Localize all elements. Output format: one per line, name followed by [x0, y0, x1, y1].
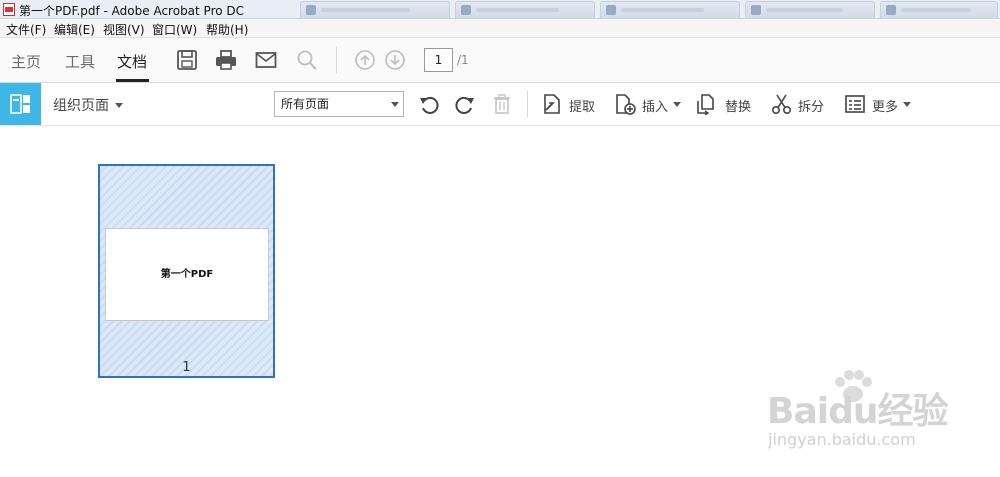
menu-file[interactable]: 文件(F): [6, 21, 46, 38]
search-icon[interactable]: [296, 49, 318, 71]
title-bar: 第一个PDF.pdf - Adobe Acrobat Pro DC: [0, 0, 1000, 19]
page-range-value: 所有页面: [281, 97, 330, 111]
background-window-tab[interactable]: [455, 1, 595, 18]
more-icon: [845, 95, 865, 113]
tab-home[interactable]: 主页: [11, 51, 41, 72]
toolbar-separator: [336, 46, 337, 74]
more-dropdown-caret-icon: [903, 102, 911, 107]
insert-label: 插入: [642, 100, 669, 115]
background-window-tab[interactable]: [600, 1, 740, 18]
organize-pages-tool-button[interactable]: [0, 83, 41, 125]
extract-label: 提取: [569, 100, 596, 115]
background-window-tab[interactable]: [880, 1, 998, 18]
organize-pages-icon: [10, 94, 30, 114]
page-up-icon[interactable]: [354, 49, 376, 71]
rotate-left-icon[interactable]: [418, 93, 440, 115]
page-number-input[interactable]: 1: [424, 48, 453, 72]
window-title: 第一个PDF.pdf - Adobe Acrobat Pro DC: [19, 4, 245, 18]
menu-window[interactable]: 窗口(W): [152, 21, 197, 38]
page-thumbnail[interactable]: 第一个PDF 1: [98, 164, 275, 378]
toolbar-separator: [527, 91, 528, 117]
tab-document[interactable]: 文档: [117, 51, 147, 72]
extract-icon: [544, 94, 560, 114]
delete-icon[interactable]: [491, 93, 513, 115]
page-total: /1: [457, 53, 469, 67]
background-window-tab[interactable]: [745, 1, 875, 18]
menu-view[interactable]: 视图(V): [103, 21, 145, 38]
chevron-down-icon: [391, 102, 399, 107]
save-icon[interactable]: [176, 49, 198, 71]
watermark-logo: Baidu经验: [767, 391, 948, 432]
page-range-select[interactable]: 所有页面: [274, 91, 404, 117]
rotate-right-icon[interactable]: [454, 93, 476, 115]
page-thumbnail-number: 1: [182, 360, 191, 375]
page-preview: 第一个PDF: [105, 228, 269, 321]
background-window-tab[interactable]: [300, 1, 450, 18]
page-down-icon[interactable]: [384, 49, 406, 71]
pdf-file-icon: [3, 3, 15, 16]
replace-label: 替换: [725, 100, 752, 115]
scissors-icon: [771, 94, 792, 115]
insert-icon: [616, 94, 636, 115]
tab-tools[interactable]: 工具: [65, 51, 95, 72]
page-preview-text: 第一个PDF: [160, 269, 214, 280]
replace-icon: [697, 94, 714, 115]
print-icon[interactable]: [215, 49, 237, 71]
organize-pages-label[interactable]: 组织页面: [53, 95, 109, 115]
active-tab-indicator: [116, 79, 149, 82]
menu-help[interactable]: 帮助(H): [206, 21, 248, 38]
more-label: 更多: [872, 100, 899, 115]
menu-bar: 文件(F) 编辑(E) 视图(V) 窗口(W) 帮助(H): [0, 19, 1000, 38]
organize-pages-toolbar: 组织页面 所有页面 提取 插入 替换 拆分 更多: [0, 83, 1000, 126]
split-label: 拆分: [798, 100, 825, 115]
main-toolbar: 主页 工具 文档 1 /1: [0, 38, 1000, 83]
watermark-url: jingyan.baidu.com: [768, 430, 916, 449]
email-icon[interactable]: [255, 49, 277, 71]
organize-dropdown-caret-icon[interactable]: [115, 103, 123, 108]
insert-dropdown-caret-icon: [673, 102, 681, 107]
menu-edit[interactable]: 编辑(E): [54, 21, 95, 38]
baidu-watermark: Baidu经验 jingyan.baidu.com: [762, 370, 962, 462]
